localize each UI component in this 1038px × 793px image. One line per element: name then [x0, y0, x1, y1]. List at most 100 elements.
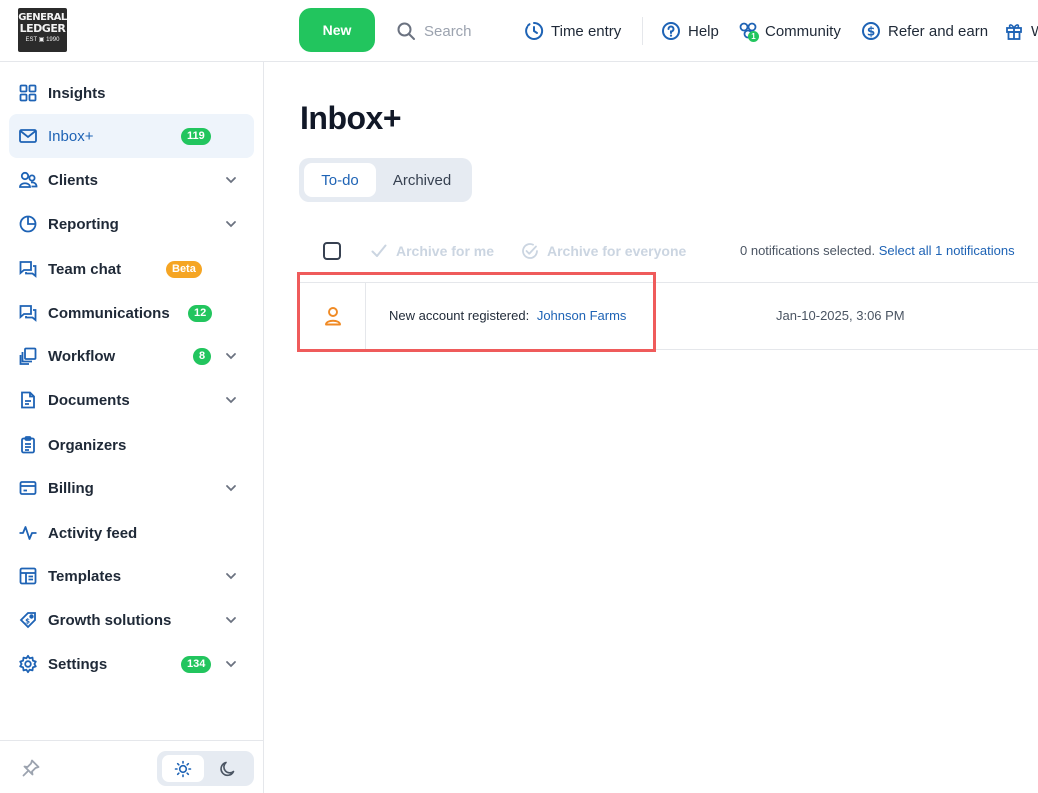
sidebar-item-label: Communications: [48, 304, 170, 322]
sidebar-item-label: Activity feed: [48, 524, 138, 542]
logo-line-2: LEDGER: [19, 22, 66, 35]
chevron-down-icon[interactable]: [223, 216, 239, 232]
sidebar-item-label: Workflow: [48, 347, 116, 365]
sidebar-item-label: Documents: [48, 391, 130, 409]
tab-to-do[interactable]: To-do: [304, 163, 376, 197]
search-icon: [397, 22, 415, 40]
sidebar-item-label: Reporting: [48, 215, 119, 233]
client-link[interactable]: Johnson Farms: [537, 308, 627, 323]
moon-icon: [220, 761, 235, 776]
select-all-link[interactable]: Select all 1 notifications: [879, 243, 1015, 258]
sidebar-item-label: Insights: [48, 84, 106, 102]
mail-icon: [18, 126, 38, 146]
tag-icon: $: [18, 610, 38, 630]
gift-icon: [1004, 21, 1024, 41]
sidebar-item-label: Team chat: [48, 260, 122, 278]
gear-icon: [18, 654, 38, 674]
sidebar-item-settings[interactable]: Settings 134: [9, 642, 254, 686]
sidebar-item-reporting[interactable]: Reporting: [9, 202, 254, 246]
whats-new-label: W: [1031, 23, 1038, 40]
svg-text:$: $: [25, 618, 30, 626]
sidebar-item-templates[interactable]: Templates: [9, 554, 254, 598]
chevron-down-icon[interactable]: [223, 348, 239, 364]
dark-mode-button[interactable]: [207, 755, 249, 782]
sidebar-item-documents[interactable]: Documents: [9, 378, 254, 422]
help-button[interactable]: Help: [661, 20, 719, 42]
sun-icon: [174, 760, 192, 777]
search-input[interactable]: [424, 22, 514, 40]
sidebar-item-label: Templates: [48, 567, 122, 585]
chevron-down-icon[interactable]: [223, 172, 239, 188]
notification-timestamp: Jan-10-2025, 3:06 PM: [776, 308, 905, 323]
chevron-down-icon[interactable]: [223, 656, 239, 672]
check-icon: [371, 244, 387, 257]
sidebar-item-label: Inbox+: [48, 127, 94, 145]
community-icon: 1: [738, 21, 759, 42]
archive-for-everyone-label: Archive for everyone: [547, 243, 687, 259]
time-entry-label: Time entry: [551, 22, 622, 40]
archive-for-everyone-button[interactable]: Archive for everyone: [521, 242, 686, 260]
sidebar: Insights Inbox+ 119 Clients Reporting Te…: [0, 62, 264, 793]
dollar-icon: $: [861, 21, 881, 41]
archive-for-me-label: Archive for me: [396, 243, 495, 259]
whats-new-button[interactable]: W: [1004, 20, 1038, 42]
top-bar: GENERAL LEDGER EST ▣ 1990 New Time entry…: [0, 0, 1038, 62]
inbox-tabs: To-do Archived: [299, 158, 472, 202]
chevron-down-icon[interactable]: [223, 568, 239, 584]
sidebar-divider: [0, 740, 263, 741]
select-all-checkbox[interactable]: [323, 242, 341, 260]
company-logo[interactable]: GENERAL LEDGER EST ▣ 1990: [18, 8, 67, 52]
pin-icon: [22, 759, 40, 777]
selection-info: 0 notifications selected. Select all 1 n…: [740, 243, 1015, 258]
clipboard-icon: [18, 435, 38, 455]
sidebar-item-activity-feed[interactable]: Activity feed: [9, 511, 254, 555]
time-entry-button[interactable]: Time entry: [524, 20, 621, 42]
refer-label: Refer and earn: [888, 22, 989, 40]
sidebar-item-communications[interactable]: Communications 12: [9, 291, 254, 335]
archive-for-me-button[interactable]: Archive for me: [370, 242, 494, 260]
refer-and-earn-button[interactable]: $ Refer and earn: [861, 20, 988, 42]
communications-count-badge: 12: [188, 304, 213, 322]
pin-sidebar-button[interactable]: [21, 758, 41, 778]
sidebar-item-insights[interactable]: Insights: [9, 71, 254, 115]
billing-icon: [18, 478, 38, 498]
svg-text:$: $: [867, 25, 875, 39]
search-box[interactable]: [396, 20, 514, 42]
sidebar-item-organizers[interactable]: Organizers: [9, 423, 254, 467]
community-button[interactable]: 1 Community: [738, 20, 841, 42]
check-circle-icon: [522, 243, 538, 259]
chevron-down-icon[interactable]: [223, 612, 239, 628]
templates-icon: [18, 566, 38, 586]
notification-message: New account registered: Johnson Farms: [389, 308, 626, 323]
theme-toggle: [157, 751, 254, 786]
sidebar-item-inbox[interactable]: Inbox+ 119: [9, 114, 254, 158]
grid-icon: [18, 83, 38, 103]
selection-count-text: 0 notifications selected.: [740, 243, 876, 258]
workflow-count-badge: 8: [193, 347, 212, 365]
notification-icon-cell: [300, 283, 366, 349]
activity-icon: [18, 523, 38, 543]
user-icon: [324, 307, 341, 326]
notification-text: New account registered:: [389, 308, 530, 323]
sidebar-item-billing[interactable]: Billing: [9, 466, 254, 510]
sidebar-item-label: Organizers: [48, 436, 127, 454]
sidebar-item-label: Settings: [48, 655, 108, 673]
chevron-down-icon[interactable]: [223, 480, 239, 496]
sidebar-item-clients[interactable]: Clients: [9, 158, 254, 202]
sidebar-item-label: Growth solutions: [48, 611, 172, 629]
notification-toolbar: Archive for me Archive for everyone 0 no…: [300, 236, 1038, 266]
light-mode-button[interactable]: [162, 755, 204, 782]
logo-line-3: EST ▣ 1990: [25, 37, 60, 43]
new-button[interactable]: New: [299, 8, 375, 52]
topbar-divider: [642, 17, 643, 45]
sidebar-item-label: Billing: [48, 479, 94, 497]
sidebar-item-team-chat[interactable]: Team chat Beta: [9, 247, 254, 291]
sidebar-item-growth-solutions[interactable]: $ Growth solutions: [9, 598, 254, 642]
settings-count-badge: 134: [181, 655, 212, 673]
sidebar-item-workflow[interactable]: Workflow 8: [9, 334, 254, 378]
messages-icon: [18, 303, 38, 323]
document-icon: [18, 390, 38, 410]
chevron-down-icon[interactable]: [223, 392, 239, 408]
notification-row[interactable]: New account registered: Johnson Farms Ja…: [300, 282, 1038, 350]
tab-archived[interactable]: Archived: [379, 163, 465, 197]
